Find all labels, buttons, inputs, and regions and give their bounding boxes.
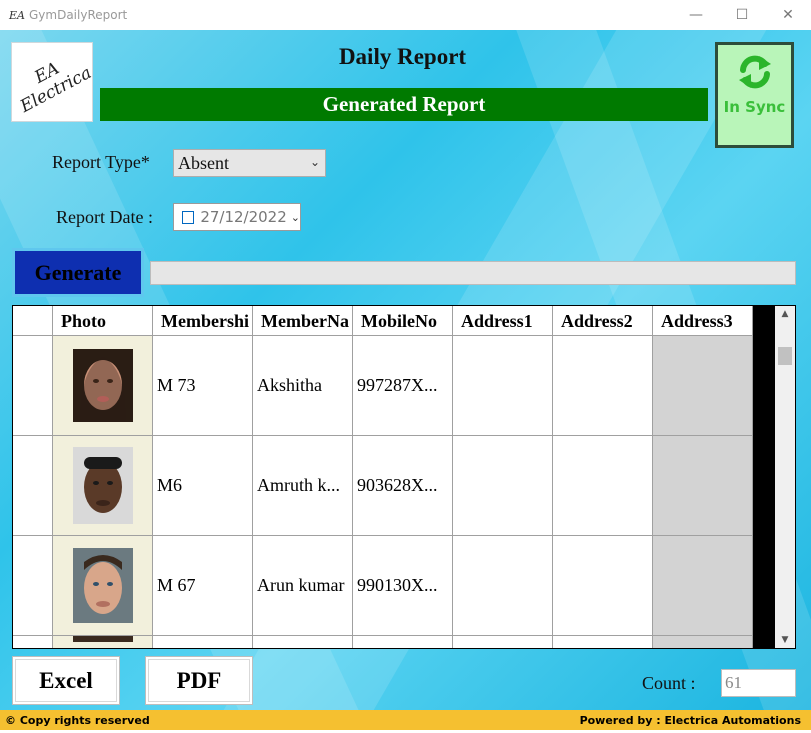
address3-cell	[653, 436, 753, 536]
date-checkbox[interactable]	[182, 210, 195, 224]
vertical-scrollbar[interactable]: ▲ ▼	[775, 306, 795, 648]
row-selector[interactable]	[13, 436, 53, 536]
report-grid[interactable]: Photo Membershi MemberNa MobileNo Addres…	[12, 305, 796, 649]
generate-button[interactable]: Generate	[12, 248, 144, 297]
address1-cell	[453, 436, 553, 536]
count-label: Count :	[642, 673, 696, 693]
column-header-address3[interactable]: Address3	[653, 306, 753, 336]
member-photo	[72, 349, 133, 422]
main-panel: EA Electrica Daily Report Generated Repo…	[0, 30, 811, 710]
copyright-text: © Copy rights reserved	[5, 713, 150, 727]
membername-cell: Akshitha	[253, 336, 353, 436]
membership-cell: M 67	[153, 536, 253, 636]
logo-text: EA Electrica	[17, 58, 96, 117]
scroll-up-icon[interactable]: ▲	[775, 306, 795, 322]
status-bar: © Copy rights reserved Powered by : Elec…	[0, 710, 811, 730]
maximize-button[interactable]: ☐	[719, 0, 765, 30]
photo-cell	[53, 336, 153, 436]
sync-icon	[738, 55, 771, 89]
count-field: 61	[721, 669, 796, 697]
chevron-down-icon: ⌄	[290, 210, 300, 224]
address2-cell	[553, 636, 653, 648]
address1-cell	[453, 536, 553, 636]
address2-cell	[553, 436, 653, 536]
powered-by-text: Powered by : Electrica Automations	[579, 713, 801, 727]
photo-cell	[53, 636, 153, 648]
membername-cell: Amruth k...	[253, 436, 353, 536]
membership-cell: M6	[153, 436, 253, 536]
report-date-label: Report Date :	[56, 207, 153, 227]
company-logo: EA Electrica	[11, 42, 96, 122]
scroll-thumb[interactable]	[778, 347, 792, 365]
window-title: GymDailyReport	[29, 8, 128, 22]
grid-header: Photo Membershi MemberNa MobileNo Addres…	[13, 306, 753, 336]
report-type-value: Absent	[178, 152, 229, 173]
report-date-value: 27/12/2022	[200, 208, 287, 226]
membership-cell: M 73	[153, 336, 253, 436]
close-button[interactable]: ✕	[765, 0, 811, 30]
report-date-picker[interactable]: 27/12/2022 ⌄	[173, 203, 301, 231]
report-type-label: Report Type*	[52, 152, 150, 172]
sync-label: In Sync	[723, 98, 786, 116]
address3-cell	[653, 336, 753, 436]
chevron-down-icon: ⌄	[309, 155, 320, 169]
mobile-cell	[353, 636, 453, 648]
mobile-cell: 990130X...	[353, 536, 453, 636]
mobile-cell: 903628X...	[353, 436, 453, 536]
membername-cell: Arun kumar	[253, 536, 353, 636]
mobile-cell: 997287X...	[353, 336, 453, 436]
address3-cell	[653, 536, 753, 636]
photo-cell	[53, 536, 153, 636]
row-selector[interactable]	[13, 636, 53, 648]
address2-cell	[553, 336, 653, 436]
membership-cell	[153, 636, 253, 648]
report-type-select[interactable]: Absent ⌄	[173, 149, 326, 177]
table-row[interactable]: M 73 Akshitha 997287X...	[13, 336, 753, 436]
photo-cell	[53, 436, 153, 536]
column-header-rowselector	[13, 306, 53, 336]
column-header-mobileno[interactable]: MobileNo	[353, 306, 453, 336]
page-title: Daily Report	[338, 44, 467, 69]
column-header-membership[interactable]: Membershi	[153, 306, 253, 336]
window-titlebar: EA GymDailyReport — ☐ ✕	[0, 0, 811, 30]
scroll-down-icon[interactable]: ▼	[775, 632, 795, 648]
address1-cell	[453, 636, 553, 648]
excel-button[interactable]: Excel	[12, 656, 120, 705]
table-row[interactable]	[13, 636, 753, 648]
address2-cell	[553, 536, 653, 636]
progress-bar	[150, 261, 796, 285]
column-header-membername[interactable]: MemberNa	[253, 306, 353, 336]
member-photo	[72, 447, 133, 524]
grid-empty-area	[753, 306, 775, 648]
column-header-photo[interactable]: Photo	[53, 306, 153, 336]
membername-cell	[253, 636, 353, 648]
pdf-button[interactable]: PDF	[145, 656, 253, 705]
minimize-button[interactable]: —	[673, 0, 719, 30]
table-row[interactable]: M 67 Arun kumar 990130X...	[13, 536, 753, 636]
column-header-address2[interactable]: Address2	[553, 306, 653, 336]
row-selector[interactable]	[13, 536, 53, 636]
member-photo	[72, 636, 133, 642]
report-banner: Generated Report	[100, 88, 708, 121]
address3-cell	[653, 636, 753, 648]
column-header-address1[interactable]: Address1	[453, 306, 553, 336]
table-row[interactable]: M6 Amruth k... 903628X...	[13, 436, 753, 536]
address1-cell	[453, 336, 553, 436]
app-icon: EA	[9, 8, 25, 22]
member-photo	[72, 548, 133, 623]
row-selector[interactable]	[13, 336, 53, 436]
sync-status[interactable]: In Sync	[715, 42, 794, 148]
